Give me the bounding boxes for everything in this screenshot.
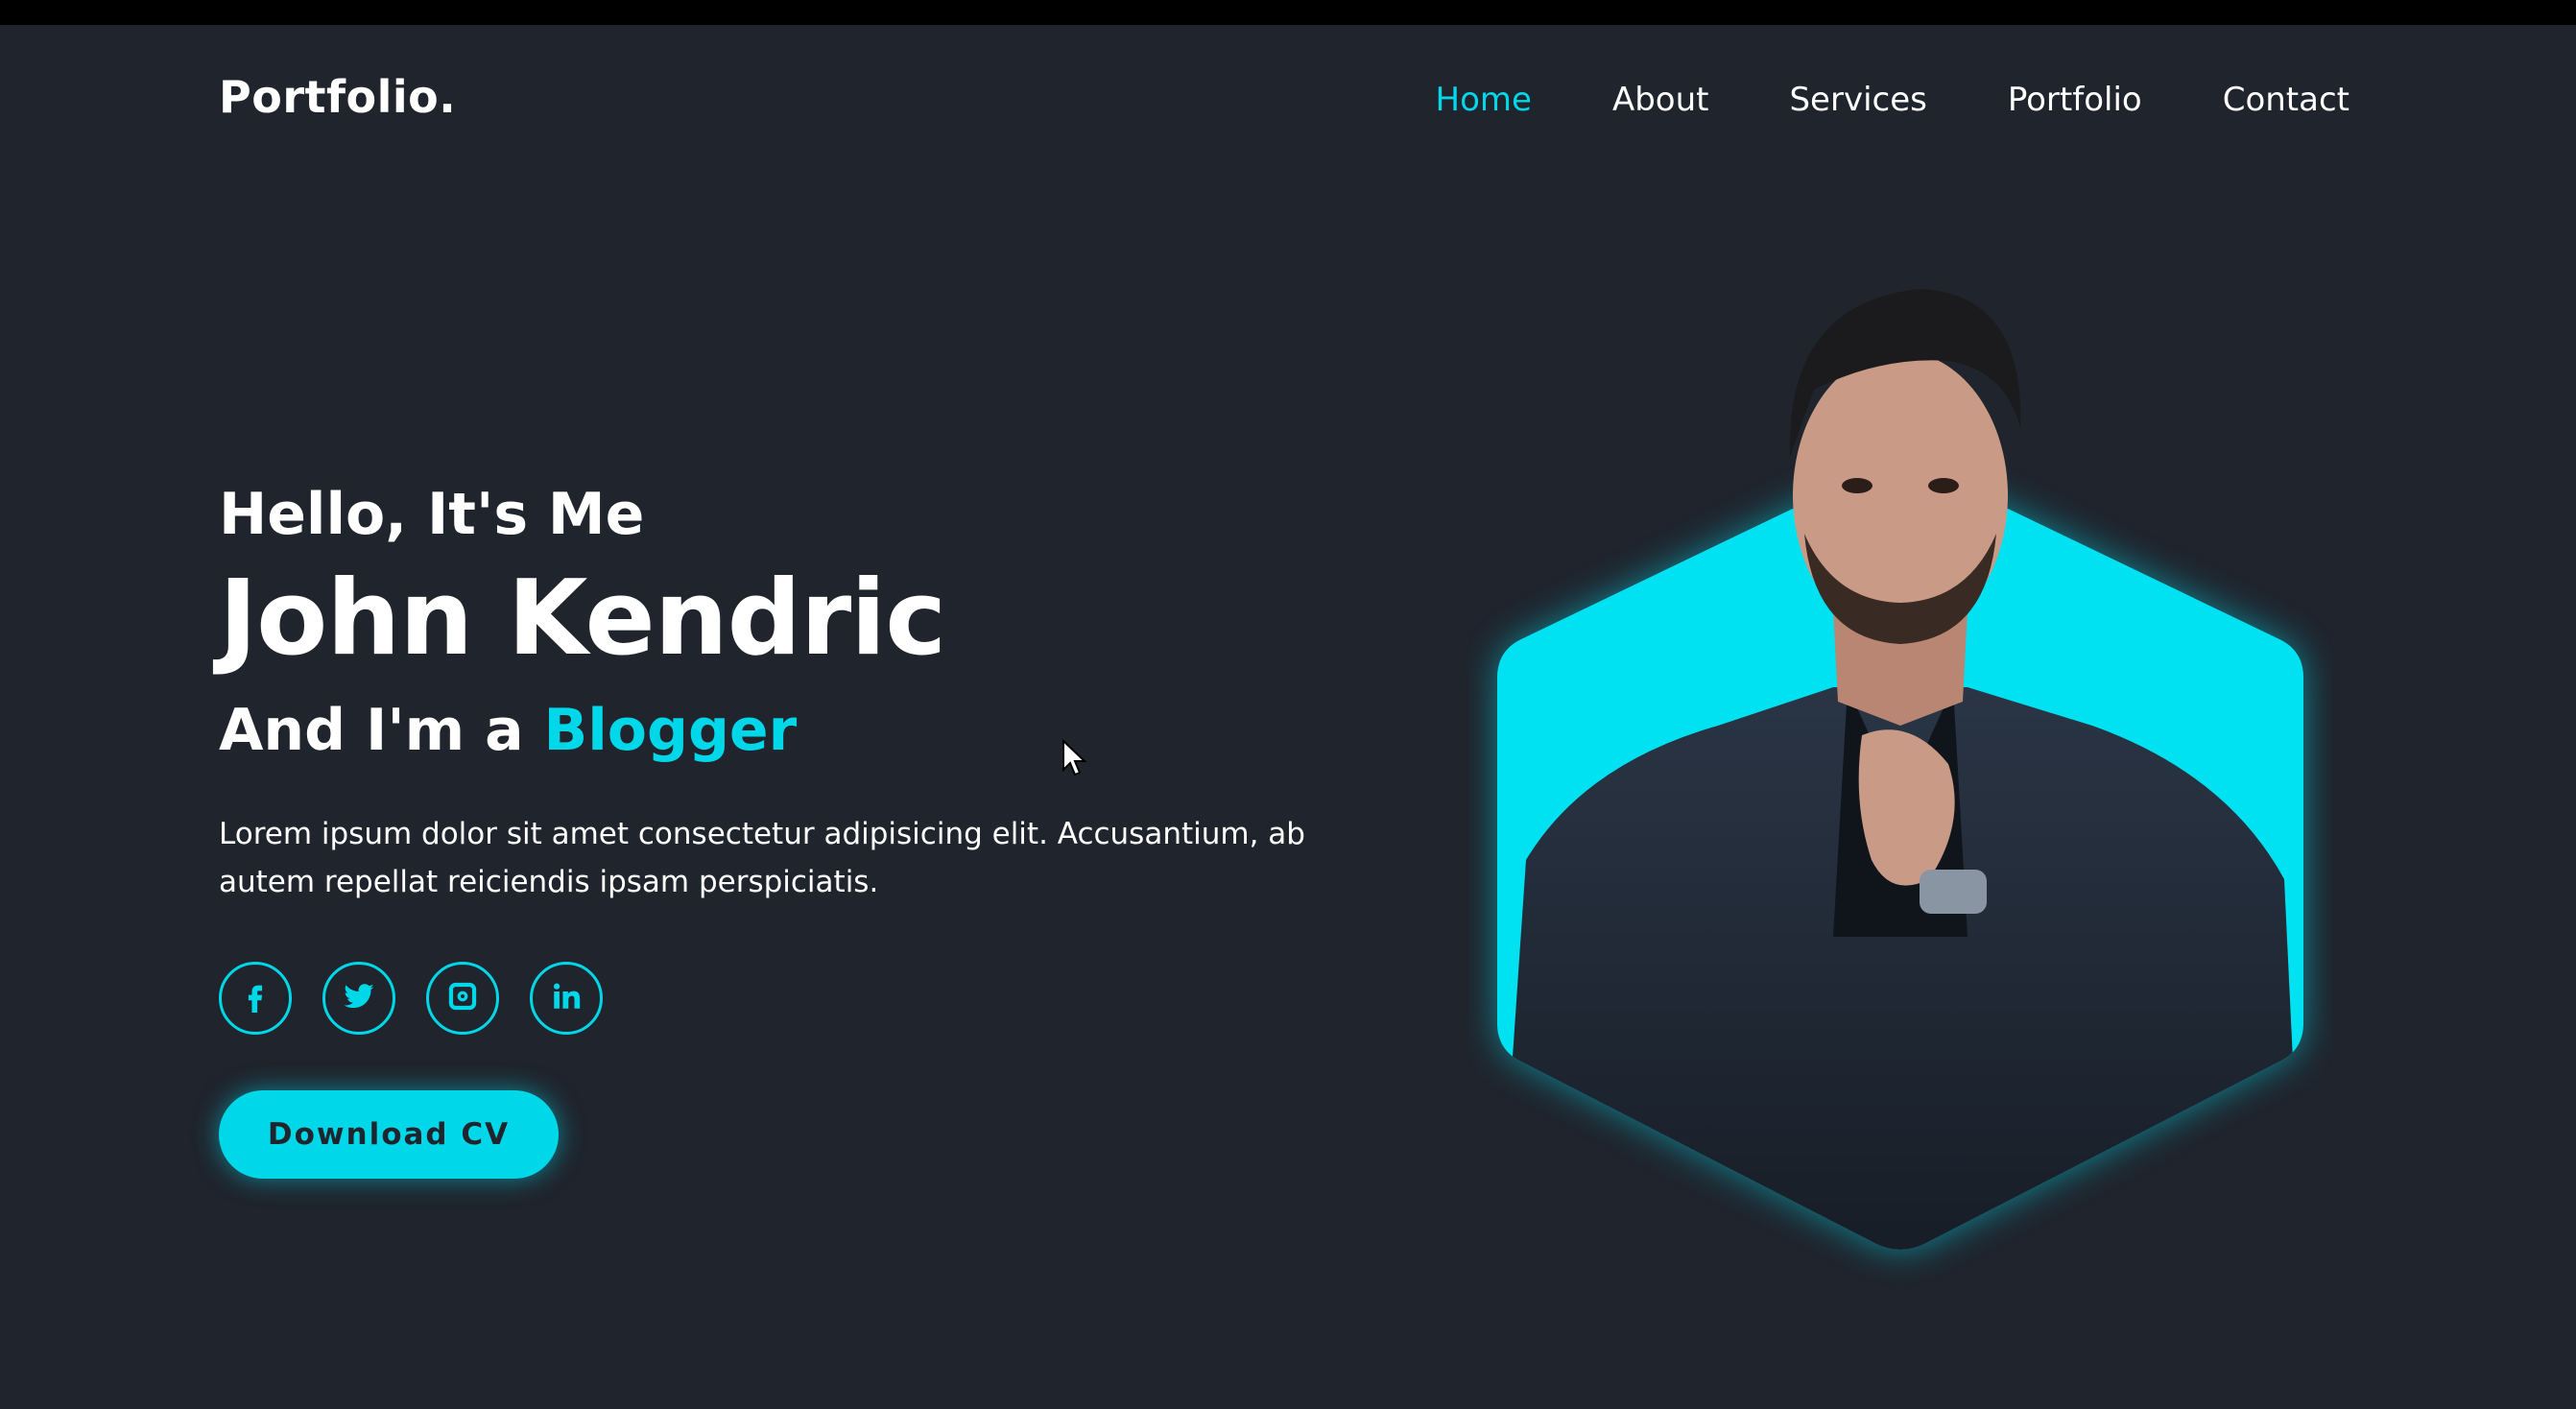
download-cv-button[interactable]: Download CV bbox=[219, 1090, 559, 1179]
video-letterbox-bar bbox=[0, 0, 2576, 25]
hero-greeting: Hello, It's Me bbox=[219, 481, 645, 548]
nav-services[interactable]: Services bbox=[1789, 81, 1926, 119]
hero-role-line: And I'm a Blogger bbox=[219, 687, 1419, 774]
eye-right bbox=[1928, 478, 1959, 493]
portfolio-page: Portfolio. Home About Services Portfolio… bbox=[0, 25, 2576, 1409]
hero-name: John Kendric bbox=[219, 559, 946, 679]
instagram-link[interactable] bbox=[426, 962, 499, 1035]
nav-contact[interactable]: Contact bbox=[2223, 81, 2349, 119]
nav-about[interactable]: About bbox=[1612, 81, 1709, 119]
hero-description: Lorem ipsum dolor sit amet consectetur a… bbox=[219, 817, 1305, 899]
role-highlight: Blogger bbox=[543, 697, 798, 764]
hero-content: Hello, It's Me John Kendric And I'm a Bl… bbox=[219, 476, 1419, 1179]
facebook-link[interactable] bbox=[219, 962, 292, 1035]
logo[interactable]: Portfolio. bbox=[219, 71, 456, 123]
profile-portrait bbox=[1468, 265, 2332, 1302]
mouse-cursor-icon bbox=[1062, 739, 1086, 776]
watch bbox=[1920, 870, 1987, 914]
linkedin-link[interactable] bbox=[530, 962, 603, 1035]
nav-home[interactable]: Home bbox=[1436, 81, 1532, 119]
main-nav: Home About Services Portfolio Contact bbox=[1355, 81, 2349, 119]
facebook-icon bbox=[239, 980, 272, 1016]
nav-portfolio[interactable]: Portfolio bbox=[2008, 81, 2142, 119]
instagram-icon bbox=[446, 980, 479, 1016]
eye-left bbox=[1842, 478, 1872, 493]
role-prefix: And I'm a bbox=[219, 697, 544, 764]
twitter-link[interactable] bbox=[322, 962, 395, 1035]
social-links bbox=[219, 962, 1419, 1035]
linkedin-icon bbox=[550, 980, 583, 1016]
twitter-icon bbox=[343, 980, 375, 1016]
